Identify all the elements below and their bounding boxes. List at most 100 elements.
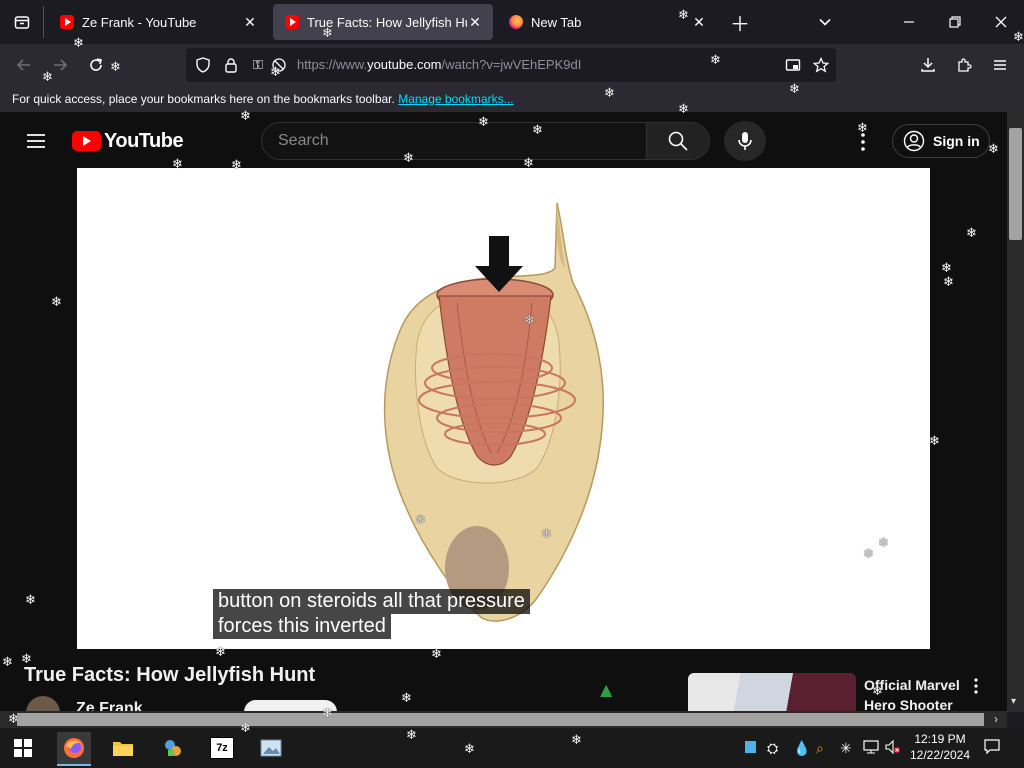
jellyfish-illustration <box>383 202 604 622</box>
sign-in-button[interactable]: Sign in <box>892 124 990 158</box>
youtube-play-logo-icon <box>72 131 101 151</box>
manage-bookmarks-link[interactable]: Manage bookmarks... <box>398 92 513 106</box>
firefox-icon[interactable] <box>57 732 91 766</box>
snowflake-icon: ❄ <box>42 70 53 85</box>
tray-network-app-icon[interactable]: ⛭ <box>767 740 778 757</box>
url-domain: youtube.com <box>367 57 442 72</box>
video-player[interactable] <box>77 168 930 649</box>
recommended-more-vertical-icon[interactable] <box>970 676 982 696</box>
tab-ze-frank[interactable]: Ze Frank - YouTube ✕ <box>48 4 268 40</box>
picture-in-picture-icon[interactable] <box>780 52 806 78</box>
vertical-scrollbar-thumb[interactable] <box>1009 128 1022 240</box>
tray-settings-icon[interactable]: ✳ <box>840 740 852 757</box>
reload-icon[interactable] <box>83 52 109 78</box>
snowflake-icon: ❄ <box>73 36 84 51</box>
file-explorer-icon[interactable] <box>106 732 140 764</box>
notifications-icon[interactable] <box>984 739 1000 758</box>
youtube-wordmark: YouTube <box>104 129 184 152</box>
snowflake-icon: ❄ <box>941 261 952 276</box>
tray-droplet-icon[interactable]: 💧 <box>793 740 810 757</box>
video-title: True Facts: How Jellyfish Hunt <box>24 664 316 686</box>
snowflake-icon: ❄ <box>270 65 281 80</box>
7zip-icon[interactable]: 7z <box>205 732 239 764</box>
url-text[interactable]: https://www.youtube.com/watch?v=jwVEhEPK… <box>297 57 581 72</box>
restore-window-icon[interactable] <box>942 9 968 35</box>
close-window-icon[interactable] <box>988 9 1014 35</box>
search-button[interactable] <box>646 122 710 160</box>
christmas-tree-icon: ▲ <box>600 680 613 699</box>
list-tabs-chevron-down-icon[interactable] <box>812 9 838 35</box>
lock-icon[interactable] <box>218 52 244 78</box>
minimize-window-icon[interactable] <box>896 9 922 35</box>
bookmarks-hint: For quick access, place your bookmarks h… <box>12 92 395 106</box>
youtube-favicon-icon <box>60 15 74 29</box>
url-path: /watch?v=jwVEhEPK9dI <box>441 57 582 72</box>
account-icon <box>903 130 925 152</box>
image-viewer-icon[interactable] <box>254 732 288 764</box>
new-tab-icon[interactable]: ＋ <box>727 9 753 36</box>
tracking-protection-shield-icon[interactable] <box>190 52 216 78</box>
horizontal-scrollbar-thumb[interactable] <box>17 713 984 726</box>
voice-search-button[interactable] <box>724 121 766 161</box>
app-icon[interactable] <box>156 732 190 764</box>
close-tab-icon[interactable]: ✕ <box>242 14 258 31</box>
windows-start-icon[interactable] <box>6 732 40 764</box>
snowflake-icon: ❄ <box>523 156 534 171</box>
snowflake-icon: ❄ <box>604 86 615 101</box>
snowflake-icon: ❄ <box>415 513 426 528</box>
snowflake-icon: ❄ <box>678 102 689 117</box>
snowflake-icon: ❄ <box>322 706 333 721</box>
snowflake-icon: ❄ <box>172 157 183 172</box>
snowflake-icon: ❄ <box>431 647 442 662</box>
microphone-icon <box>738 132 752 150</box>
snowflake-icon: ❄ <box>710 53 721 68</box>
scroll-down-arrow-icon[interactable]: ▾ <box>1011 696 1016 707</box>
snowflake-icon: ❄ <box>571 733 582 748</box>
tab-jellyfish[interactable]: True Facts: How Jellyfish Hunt ✕ <box>273 4 493 40</box>
snowflake-icon: ❄ <box>541 527 552 542</box>
system-clock[interactable]: 12:19 PM 12/22/2024 <box>905 731 975 763</box>
snowflake-icon: ❄ <box>322 26 333 41</box>
caption-line: button on steroids all that pressure <box>213 589 530 614</box>
youtube-guide-menu-icon[interactable] <box>24 129 48 153</box>
sign-in-label: Sign in <box>933 133 980 149</box>
snowflake-icon: ❄ <box>25 593 36 608</box>
bookmarks-toolbar: For quick access, place your bookmarks h… <box>0 86 1024 112</box>
bookmark-star-icon[interactable] <box>808 52 834 78</box>
search-placeholder: Search <box>278 132 329 149</box>
snowflake-icon: ❄ <box>240 721 251 736</box>
firefox-favicon-icon <box>509 15 523 29</box>
snowflake-icon: ❄ <box>478 115 489 130</box>
youtube-favicon-icon <box>285 15 299 29</box>
youtube-logo[interactable]: YouTube <box>72 129 184 153</box>
recommended-video-thumbnail[interactable] <box>688 673 856 713</box>
snowflake-icon: ❄ <box>532 123 543 138</box>
hamburger-menu-icon[interactable] <box>987 52 1013 78</box>
snowflake-icon: ❄ <box>789 82 800 97</box>
snowflake-icon: ❄ <box>872 684 883 699</box>
snowflake-icon: ❄ <box>1013 30 1024 45</box>
snowflake-icon: ❄ <box>857 121 868 136</box>
volume-muted-icon[interactable] <box>885 739 901 757</box>
extensions-puzzle-icon[interactable] <box>951 52 977 78</box>
close-tab-icon[interactable]: ✕ <box>467 14 483 31</box>
tray-app-icon[interactable] <box>745 741 756 753</box>
snowflake-icon: ❄ <box>2 655 13 670</box>
snowflake-icon: ❄ <box>863 547 874 562</box>
downloads-icon[interactable] <box>915 52 941 78</box>
clock-date: 12/22/2024 <box>909 748 971 762</box>
snowflake-icon: ❄ <box>929 434 940 449</box>
back-arrow-icon[interactable] <box>11 52 37 78</box>
snowflake-icon: ❄ <box>406 728 417 743</box>
network-icon[interactable] <box>863 740 879 757</box>
tray-search-icon[interactable]: ⌕ <box>816 740 824 757</box>
tab-divider <box>43 6 44 38</box>
snowflake-icon: ❄ <box>51 295 62 310</box>
search-icon <box>668 131 688 151</box>
firefox-view-icon[interactable] <box>8 8 36 36</box>
snowflake-icon: ❄ <box>21 652 32 667</box>
scroll-right-arrow-icon[interactable]: › <box>994 712 998 726</box>
snowflake-icon: ❄ <box>678 8 689 23</box>
snowflake-icon: ❄ <box>966 226 977 241</box>
close-tab-icon[interactable]: ✕ <box>691 14 707 31</box>
